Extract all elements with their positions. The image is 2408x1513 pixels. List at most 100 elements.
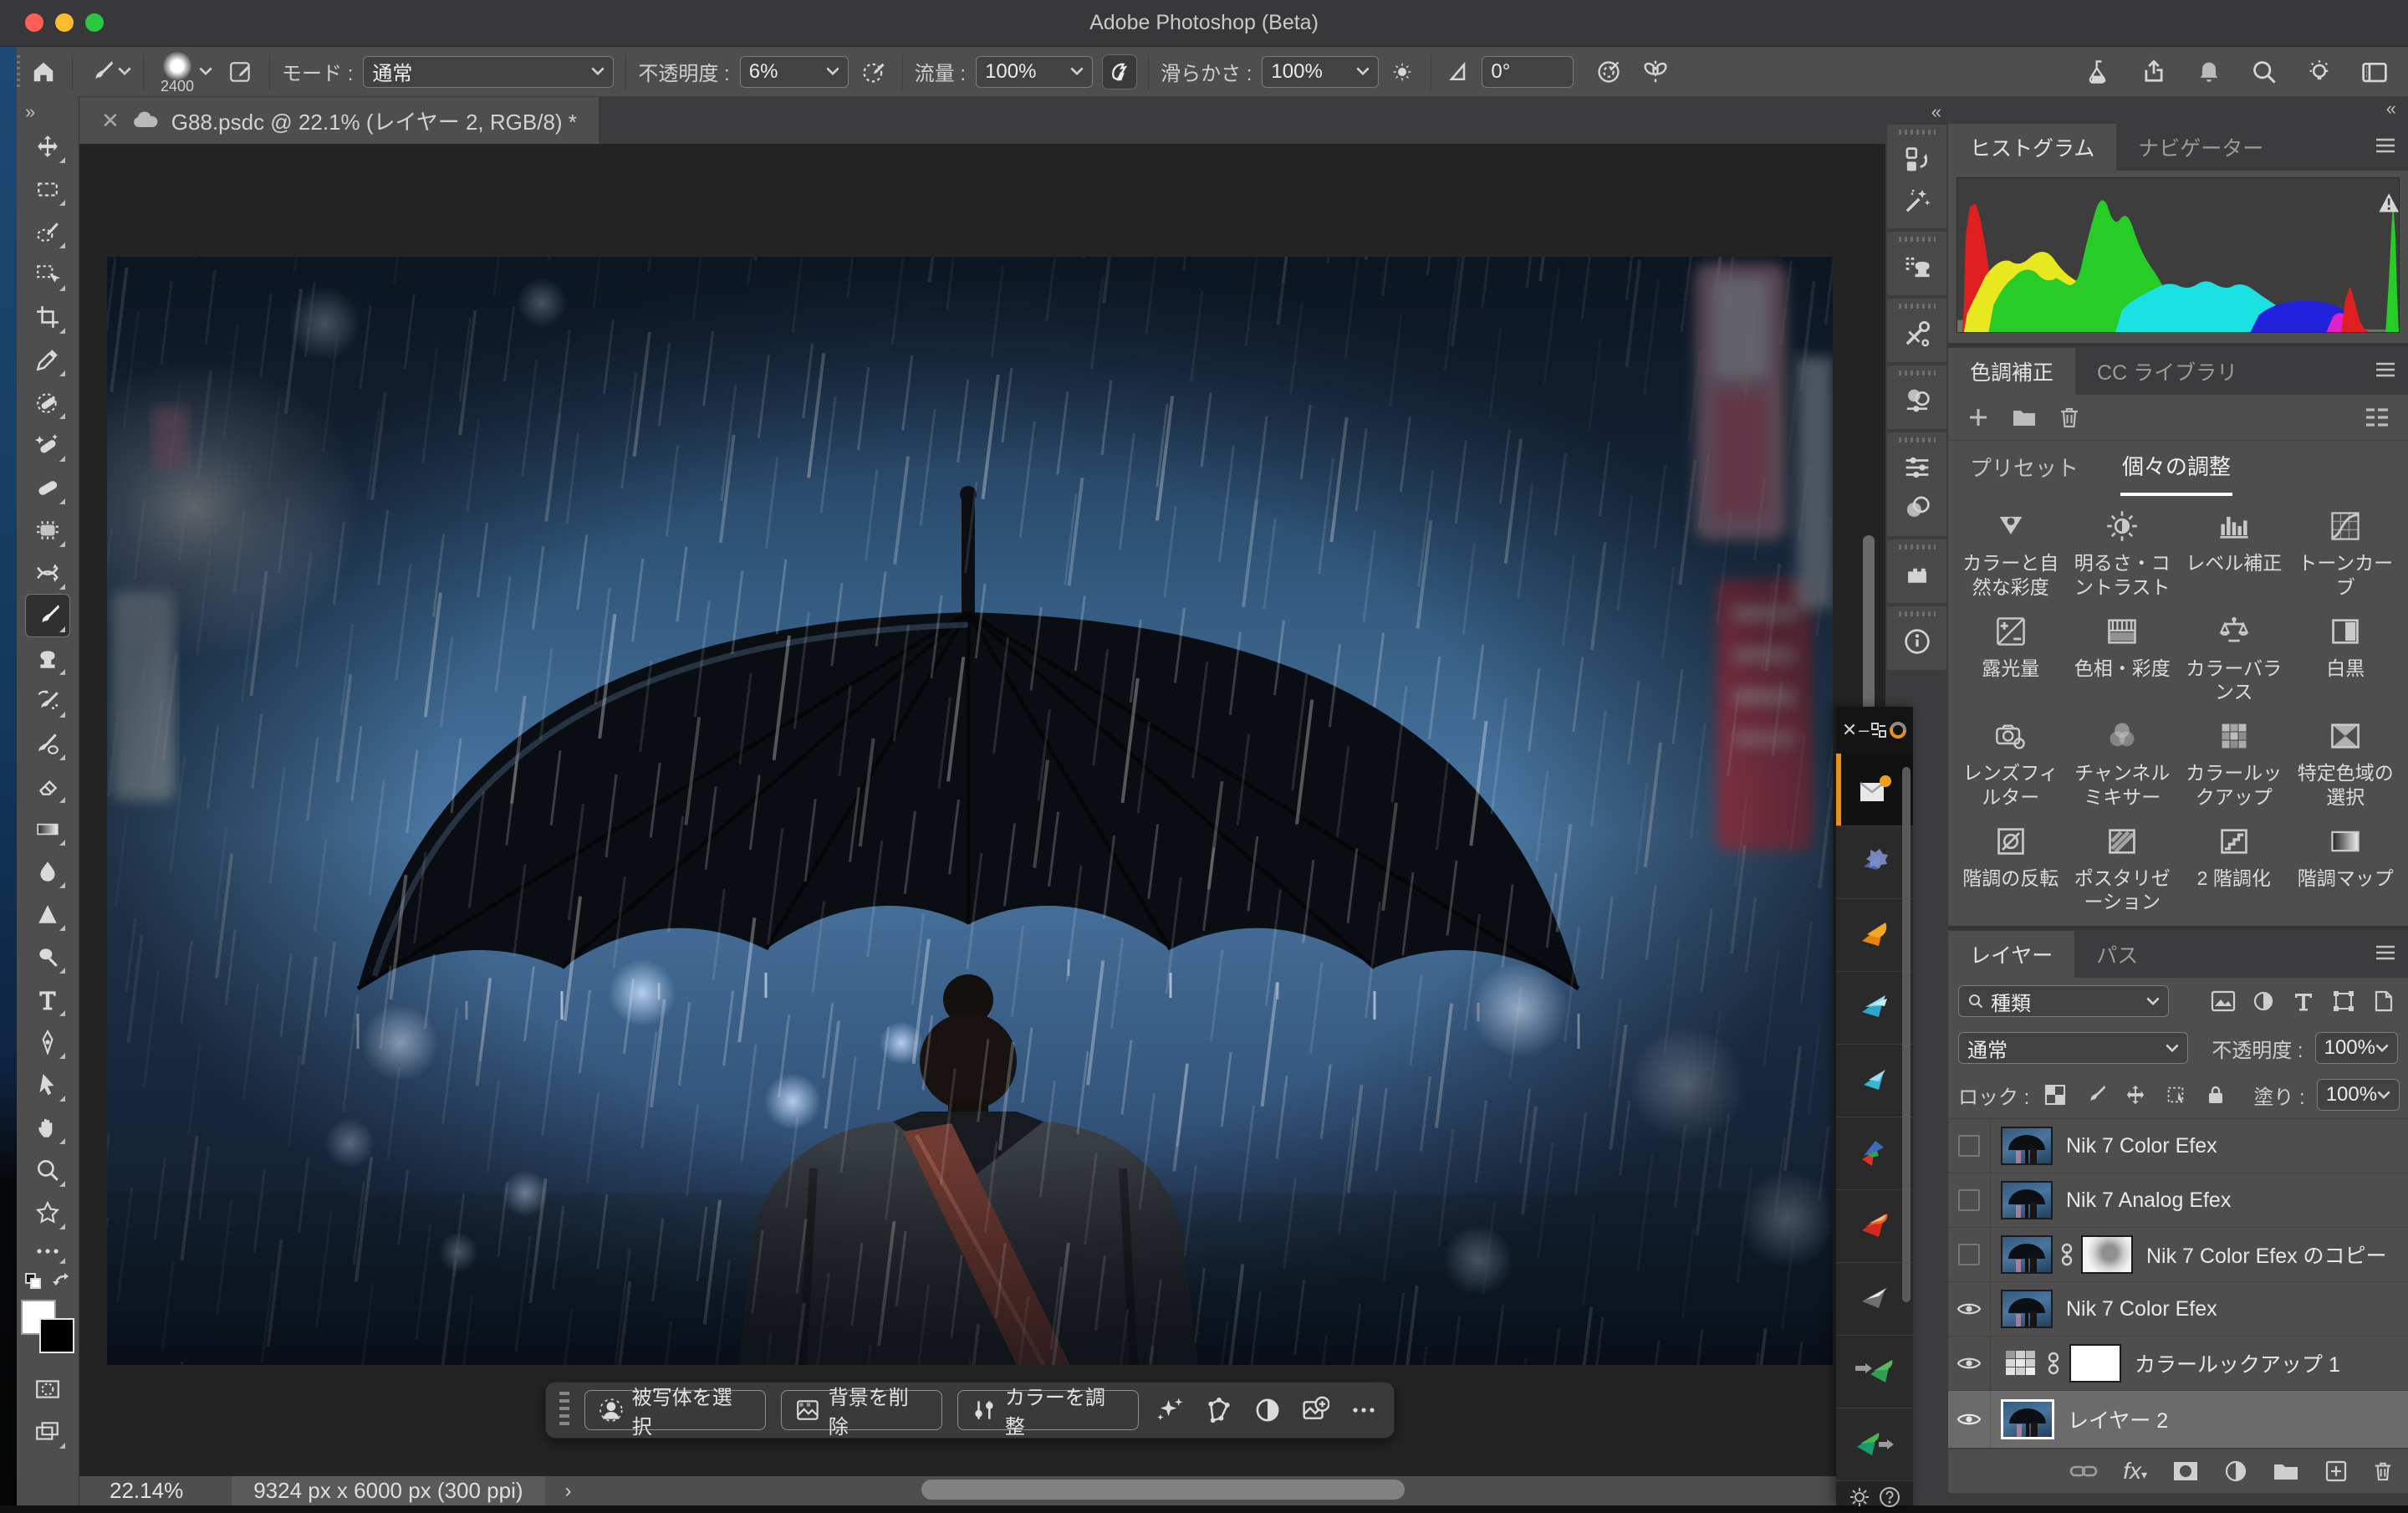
selection-brush-tool[interactable] — [26, 211, 69, 253]
color-lookup-layer-icon[interactable] — [2004, 1349, 2038, 1378]
spot-healing-brush-tool[interactable] — [26, 424, 69, 466]
close-window-button[interactable] — [25, 13, 43, 32]
tools-wrench-icon[interactable] — [1899, 315, 1936, 352]
layer-filter-dropdown[interactable]: 種類 — [1958, 985, 2169, 1017]
chevron-down-icon[interactable] — [118, 67, 131, 76]
screen-mode-icon[interactable] — [26, 1411, 69, 1453]
adjustment-hue-saturation[interactable]: 色相・彩度 — [2067, 605, 2179, 705]
smoothing-dropdown[interactable]: 100% — [1262, 56, 1379, 88]
visibility-toggle[interactable] — [1948, 1173, 1991, 1227]
mode-dropdown[interactable]: 通常 — [363, 56, 614, 88]
adjustment-black-white[interactable]: 白黒 — [2290, 605, 2402, 705]
tab-cc-libraries[interactable]: CC ライブラリ — [2075, 348, 2259, 395]
filter-type-layers-icon[interactable] — [2289, 987, 2318, 1015]
visibility-toggle[interactable] — [1948, 1337, 1991, 1390]
nik-settings-icon[interactable] — [1870, 722, 1887, 739]
dock-grip[interactable] — [1899, 304, 1936, 309]
new-group-icon[interactable] — [2273, 1460, 2299, 1482]
custom-shape-star-tool[interactable] — [26, 1192, 69, 1234]
pressure-size-icon[interactable] — [1592, 55, 1625, 89]
panel-menu-icon[interactable] — [2375, 360, 2396, 379]
new-group-folder-icon[interactable] — [2012, 406, 2037, 428]
lock-transparency-icon[interactable] — [2041, 1081, 2069, 1109]
layer-row-selected[interactable]: レイヤー 2 — [1948, 1391, 2408, 1449]
dodge-tool[interactable] — [26, 936, 69, 978]
nik-gear-icon[interactable] — [1849, 1486, 1870, 1508]
generative-sparkle-icon[interactable] — [1154, 1393, 1187, 1427]
layer-name[interactable]: Nik 7 Color Efex のコピー — [2146, 1240, 2387, 1270]
visibility-toggle[interactable] — [1948, 1282, 1991, 1336]
lock-pixels-brush-icon[interactable] — [2081, 1081, 2110, 1109]
adjustment-vibrance[interactable]: カラーと自然な彩度 — [1955, 499, 2067, 600]
adjustment-curves[interactable]: トーンカーブ — [2290, 499, 2402, 600]
filter-shape-layers-icon[interactable] — [2329, 987, 2358, 1015]
subtab-presets[interactable]: プリセット — [1968, 440, 2080, 494]
layer-name[interactable]: カラールックアップ 1 — [2135, 1348, 2340, 1378]
magic-wand-sparkle-icon[interactable] — [1899, 181, 1936, 218]
flow-dropdown[interactable]: 100% — [976, 56, 1093, 88]
adjustment-threshold[interactable]: 2 階調化 — [2178, 815, 2290, 915]
visibility-toggle[interactable] — [1948, 1228, 1991, 1281]
workspace-switcher-icon[interactable] — [2358, 55, 2391, 89]
color-circles-slider-icon[interactable] — [1899, 382, 1936, 419]
layer-thumbnail[interactable] — [2001, 1290, 2053, 1328]
delete-layer-trash-icon[interactable] — [2373, 1459, 2393, 1483]
smoothing-gear-icon[interactable] — [1385, 55, 1419, 89]
select-subject-button[interactable]: 被写体を選択 — [584, 1390, 766, 1430]
add-image-icon[interactable] — [1298, 1393, 1332, 1427]
mask-link-icon[interactable] — [2046, 1351, 2061, 1376]
zoom-level-value[interactable]: 22.14% — [110, 1478, 183, 1504]
healing-brush-tool[interactable] — [26, 467, 69, 509]
fill-dropdown[interactable]: 100% — [2317, 1079, 2400, 1111]
nik-panel-scrollbar[interactable] — [1902, 767, 1911, 1302]
filter-pixel-layers-icon[interactable] — [2209, 987, 2237, 1015]
zoom-tool[interactable] — [26, 1149, 69, 1191]
tab-navigator[interactable]: ナビゲーター — [2116, 124, 2285, 171]
nik-item-perspective-in[interactable] — [1836, 1336, 1913, 1408]
background-color-swatch[interactable] — [39, 1318, 74, 1353]
airbrush-toggle-icon[interactable] — [1103, 55, 1136, 89]
link-layers-icon[interactable] — [2069, 1463, 2098, 1480]
transform-icon[interactable] — [1202, 1393, 1236, 1427]
adjust-color-button[interactable]: カラーを調整 — [957, 1390, 1139, 1430]
add-adjustment-icon[interactable] — [1967, 406, 1990, 429]
default-colors-icon[interactable] — [23, 1271, 43, 1291]
lock-artboard-icon[interactable] — [2161, 1081, 2190, 1109]
brush-settings-button[interactable]: 2400 — [161, 52, 194, 92]
layer-name[interactable]: Nik 7 Color Efex — [2066, 1134, 2217, 1158]
brush-tool[interactable] — [26, 595, 69, 636]
path-selection-tool[interactable] — [26, 1064, 69, 1106]
dock-grip[interactable] — [1899, 371, 1936, 376]
layer-row[interactable]: Nik 7 Color Efex のコピー — [1948, 1228, 2408, 1282]
beta-features-flask-icon[interactable] — [2082, 55, 2115, 89]
angle-input[interactable]: 0° — [1482, 56, 1574, 88]
pen-tool[interactable] — [26, 1021, 69, 1063]
pressure-opacity-icon[interactable] — [857, 55, 890, 89]
minimize-window-button[interactable] — [55, 13, 74, 32]
layer-opacity-dropdown[interactable]: 100% — [2315, 1032, 2398, 1064]
layer-name[interactable]: Nik 7 Color Efex — [2066, 1297, 2217, 1321]
layer-name[interactable]: レイヤー 2 — [2068, 1404, 2168, 1434]
layer-row[interactable]: カラールックアップ 1 — [1948, 1337, 2408, 1391]
dock-grip[interactable] — [1899, 544, 1936, 549]
paint-symmetry-icon[interactable] — [1639, 55, 1672, 89]
chevron-down-icon[interactable] — [199, 67, 212, 76]
eraser-tool[interactable] — [26, 765, 69, 807]
nik-item-perspective-out[interactable] — [1836, 1408, 1913, 1481]
layer-thumbnail[interactable] — [2001, 1181, 2053, 1219]
layer-thumbnail[interactable] — [2001, 1127, 2053, 1165]
plugins-brick-icon[interactable] — [1899, 556, 1936, 593]
adjustment-channel-mixer[interactable]: チャンネルミキサー — [2067, 709, 2179, 810]
search-icon[interactable] — [2247, 55, 2281, 89]
blur-tool[interactable] — [26, 851, 69, 892]
nik-help-icon[interactable] — [1879, 1486, 1900, 1508]
filter-adjustment-layers-icon[interactable] — [2249, 987, 2278, 1015]
panel-menu-icon[interactable] — [2375, 136, 2396, 155]
layer-mask-thumbnail[interactable] — [2069, 1344, 2121, 1383]
nik-close-icon[interactable]: ✕ — [1842, 719, 1857, 741]
dock-grip[interactable] — [1899, 611, 1936, 616]
mask-link-icon[interactable] — [2059, 1242, 2074, 1267]
filter-smart-object-icon[interactable] — [2370, 987, 2398, 1015]
layer-row[interactable]: Nik 7 Color Efex — [1948, 1282, 2408, 1337]
dock-expand-chevrons[interactable]: « — [1885, 96, 1948, 125]
